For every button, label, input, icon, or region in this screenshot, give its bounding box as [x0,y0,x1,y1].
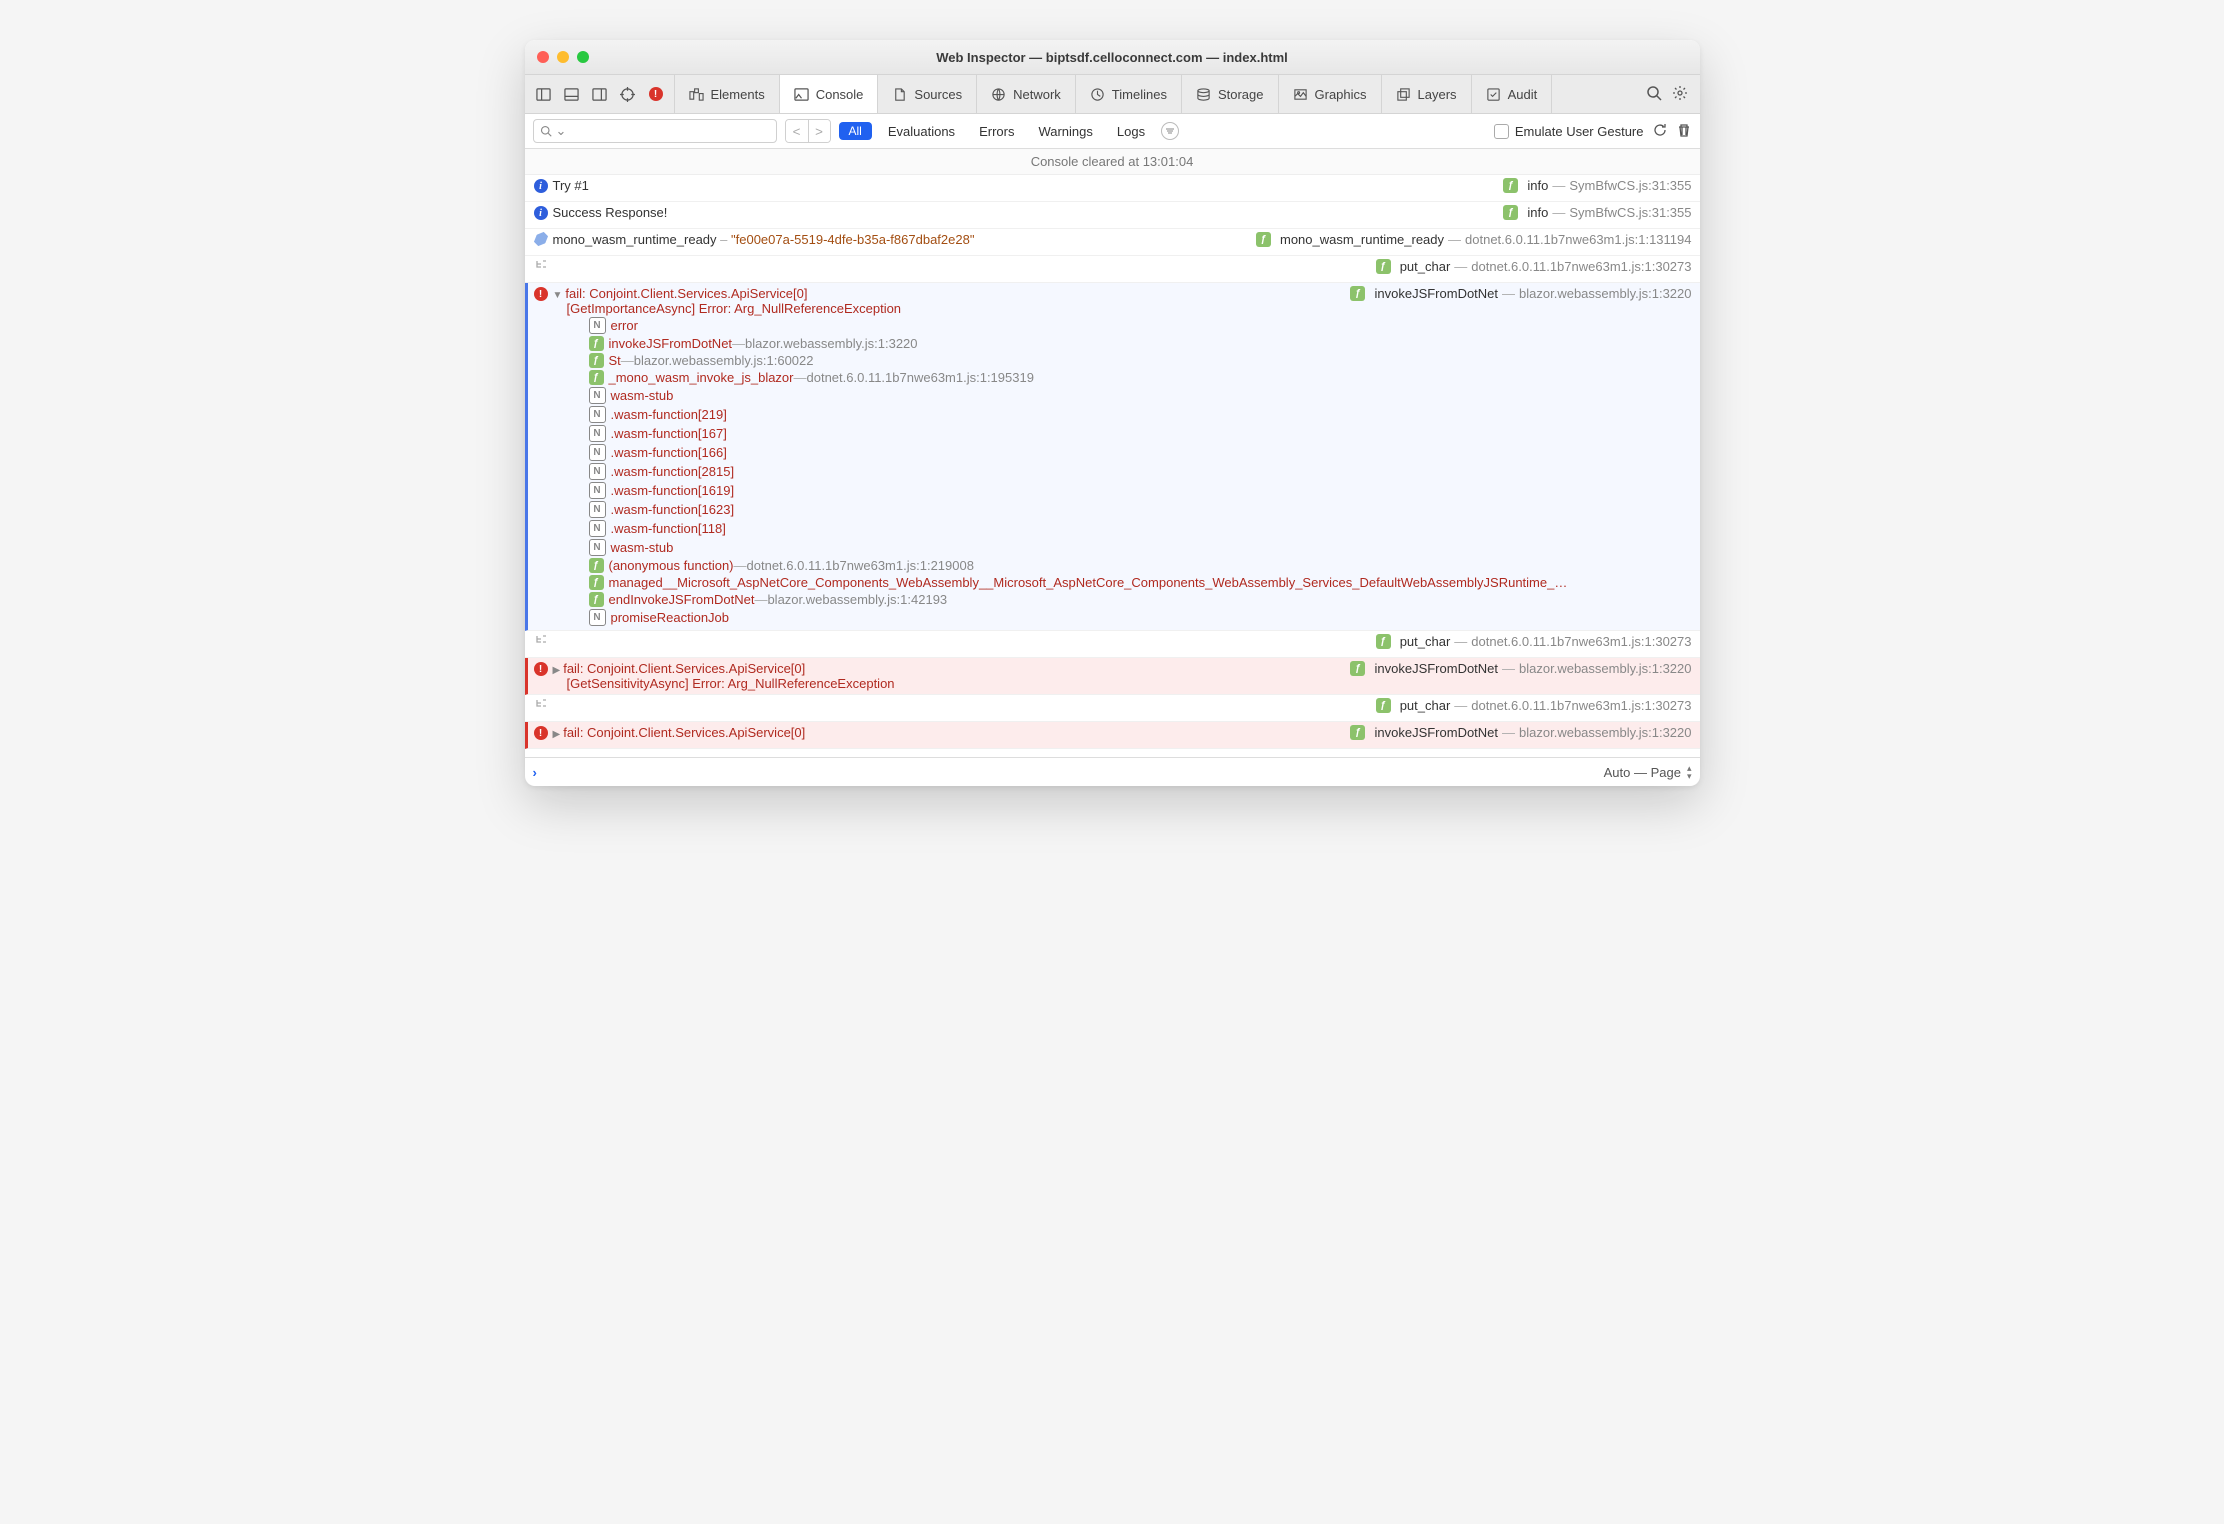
tree-icon [535,260,547,272]
dock-bottom-icon[interactable] [559,87,585,102]
dock-right-icon[interactable] [587,87,613,102]
history-nav: < > [785,119,831,143]
tab-sources[interactable]: Sources [877,75,977,113]
log-row[interactable]: mono_wasm_runtime_ready – "fe00e07a-5519… [525,229,1700,256]
error-icon [534,662,548,676]
checkbox-icon[interactable] [1494,124,1509,139]
traffic-lights [537,51,589,63]
search-scope-chevron[interactable]: ⌄ [556,123,567,139]
console-log-area: Console cleared at 13:01:04 Try #1ƒinfo … [525,149,1700,758]
stack-frame[interactable]: N.wasm-function[1623] [589,500,1343,519]
context-selector[interactable]: Auto — Page ▴▾ [1604,764,1692,780]
dock-left-icon[interactable] [531,87,557,102]
search-input[interactable]: ⌄ [533,119,777,143]
tabbar: ElementsConsoleSourcesNetworkTimelinesSt… [525,75,1700,114]
console-input-bar: › Auto — Page ▴▾ [525,758,1700,786]
tab-graphics[interactable]: Graphics [1278,75,1382,113]
filter-bar: ⌄ < > All Evaluations Errors Warnings Lo… [525,114,1700,149]
tag-icon [531,230,549,248]
settings-icon[interactable] [1672,85,1688,104]
console-cleared-banner: Console cleared at 13:01:04 [525,149,1700,175]
stack-frame[interactable]: ƒinvokeJSFromDotNet — blazor.webassembly… [589,335,1343,352]
error-row[interactable]: ▶fail: Conjoint.Client.Services.ApiServi… [525,722,1700,749]
filter-evaluations[interactable]: Evaluations [880,122,963,141]
search-icon[interactable] [1646,85,1662,104]
titlebar: Web Inspector — biptsdf.celloconnect.com… [525,40,1700,75]
disclosure-triangle-right-icon[interactable]: ▶ [553,665,561,676]
tab-layers[interactable]: Layers [1381,75,1472,113]
error-indicator-icon[interactable] [643,87,669,101]
stack-frame[interactable]: Nerror [589,316,1343,335]
tree-icon [535,699,547,711]
disclosure-triangle-down-icon[interactable]: ▼ [553,290,563,301]
error-row[interactable]: ▶fail: Conjoint.Client.Services.ApiServi… [525,658,1700,695]
history-back-button[interactable]: < [786,120,808,142]
error-row[interactable]: ▼fail: Conjoint.Client.Services.ApiServi… [525,283,1700,631]
clear-console-icon[interactable] [1676,122,1692,141]
tab-network[interactable]: Network [976,75,1076,113]
inspector-window: Web Inspector — biptsdf.celloconnect.com… [525,40,1700,786]
log-row[interactable]: Success Response!ƒinfo — SymBfwCS.js:31:… [525,202,1700,229]
info-icon [534,206,548,220]
tab-elements[interactable]: Elements [674,75,780,113]
stack-frame[interactable]: ƒmanaged__Microsoft_AspNetCore_Component… [589,574,1343,591]
error-icon [534,287,548,301]
stack-frame[interactable]: N.wasm-function[219] [589,405,1343,424]
filter-more-icon[interactable] [1161,122,1179,140]
reload-icon[interactable] [1652,122,1668,141]
stack-frame[interactable]: N.wasm-function[118] [589,519,1343,538]
stack-frame[interactable]: Nwasm-stub [589,538,1343,557]
log-row[interactable]: Try #1ƒinfo — SymBfwCS.js:31:355 [525,175,1700,202]
zoom-button[interactable] [577,51,589,63]
tree-icon [535,635,547,647]
tab-timelines[interactable]: Timelines [1075,75,1182,113]
window-title: Web Inspector — biptsdf.celloconnect.com… [525,50,1700,65]
element-picker-icon[interactable] [615,87,641,102]
stack-frame[interactable]: ƒ(anonymous function) — dotnet.6.0.11.1b… [589,557,1343,574]
close-button[interactable] [537,51,549,63]
log-row[interactable]: ƒput_char — dotnet.6.0.11.1b7nwe63m1.js:… [525,631,1700,658]
console-rows[interactable]: Try #1ƒinfo — SymBfwCS.js:31:355Success … [525,175,1700,757]
filter-warnings[interactable]: Warnings [1030,122,1100,141]
filter-logs[interactable]: Logs [1109,122,1153,141]
disclosure-triangle-right-icon[interactable]: ▶ [553,729,561,740]
emulate-user-gesture[interactable]: Emulate User Gesture [1494,124,1644,139]
history-forward-button[interactable]: > [808,120,830,142]
filter-errors[interactable]: Errors [971,122,1022,141]
stack-frame[interactable]: ƒSt — blazor.webassembly.js:1:60022 [589,352,1343,369]
filter-all[interactable]: All [839,122,872,140]
updown-icon: ▴▾ [1687,764,1692,780]
prompt-icon: › [533,765,537,780]
stack-frame[interactable]: N.wasm-function[2815] [589,462,1343,481]
error-icon [534,726,548,740]
stack-frame[interactable]: ƒendInvokeJSFromDotNet — blazor.webassem… [589,591,1343,608]
minimize-button[interactable] [557,51,569,63]
log-row[interactable]: ƒput_char — dotnet.6.0.11.1b7nwe63m1.js:… [525,695,1700,722]
info-icon [534,179,548,193]
stack-frame[interactable]: ƒ_mono_wasm_invoke_js_blazor — dotnet.6.… [589,369,1343,386]
stack-frame[interactable]: N.wasm-function[167] [589,424,1343,443]
tab-storage[interactable]: Storage [1181,75,1279,113]
stack-frame[interactable]: Nwasm-stub [589,386,1343,405]
tab-console[interactable]: Console [779,75,879,113]
stack-frame[interactable]: N.wasm-function[1619] [589,481,1343,500]
stack-frame[interactable]: NpromiseReactionJob [589,608,1343,627]
stack-frame[interactable]: N.wasm-function[166] [589,443,1343,462]
log-row[interactable]: ƒput_char — dotnet.6.0.11.1b7nwe63m1.js:… [525,256,1700,283]
tab-audit[interactable]: Audit [1471,75,1553,113]
